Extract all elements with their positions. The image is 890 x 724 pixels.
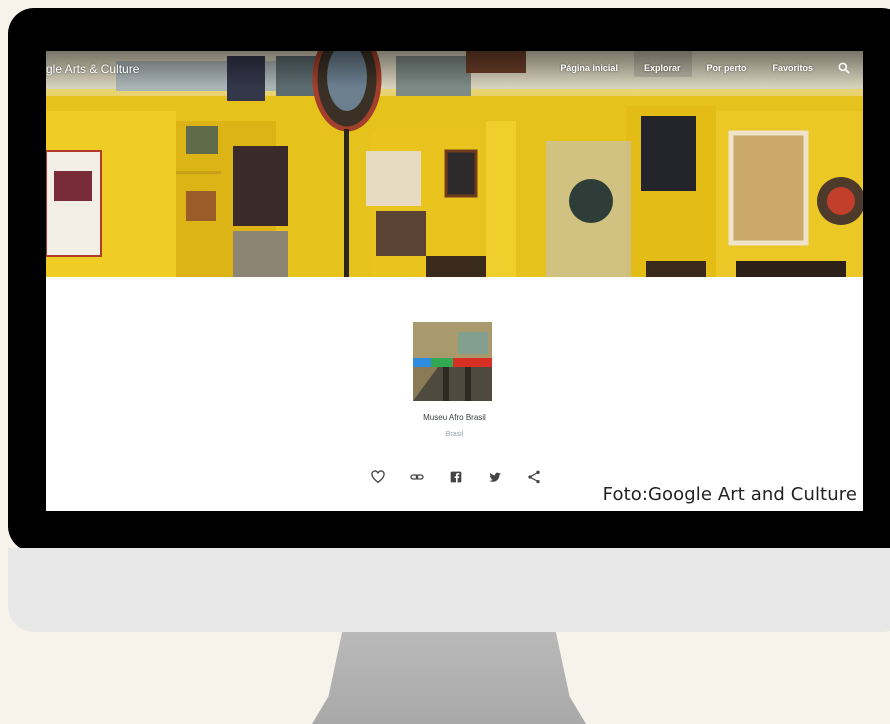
museum-card: Museu Afro Brasil Brasil <box>46 277 863 511</box>
share-icon[interactable] <box>526 469 542 485</box>
search-icon[interactable] <box>837 61 851 75</box>
heart-icon[interactable] <box>370 469 386 485</box>
link-icon[interactable] <box>409 469 425 485</box>
museum-country: Brasil <box>445 431 464 438</box>
facebook-icon[interactable] <box>448 469 464 485</box>
museum-name[interactable]: Museu Afro Brasil <box>46 413 863 422</box>
museum-logo[interactable] <box>413 322 492 401</box>
nav-favorites[interactable]: Favoritos <box>772 63 813 73</box>
nav-links: Página inicial Explorar Por perto Favori… <box>534 61 851 75</box>
top-navigation: gle Arts & Culture Página inicial Explor… <box>46 51 863 87</box>
screen: gle Arts & Culture Página inicial Explor… <box>46 51 863 511</box>
nav-explore[interactable]: Explorar <box>644 63 681 73</box>
twitter-icon[interactable] <box>487 469 503 485</box>
hero-banner-image: gle Arts & Culture Página inicial Explor… <box>46 51 863 277</box>
nav-nearby[interactable]: Por perto <box>706 63 746 73</box>
monitor-chin <box>8 548 890 632</box>
photo-caption: Foto:Google Art and Culture <box>602 484 857 505</box>
nav-home[interactable]: Página inicial <box>560 63 618 73</box>
action-bar <box>358 469 553 485</box>
monitor-stand <box>312 632 586 724</box>
brand-logo[interactable]: gle Arts & Culture <box>46 62 139 76</box>
